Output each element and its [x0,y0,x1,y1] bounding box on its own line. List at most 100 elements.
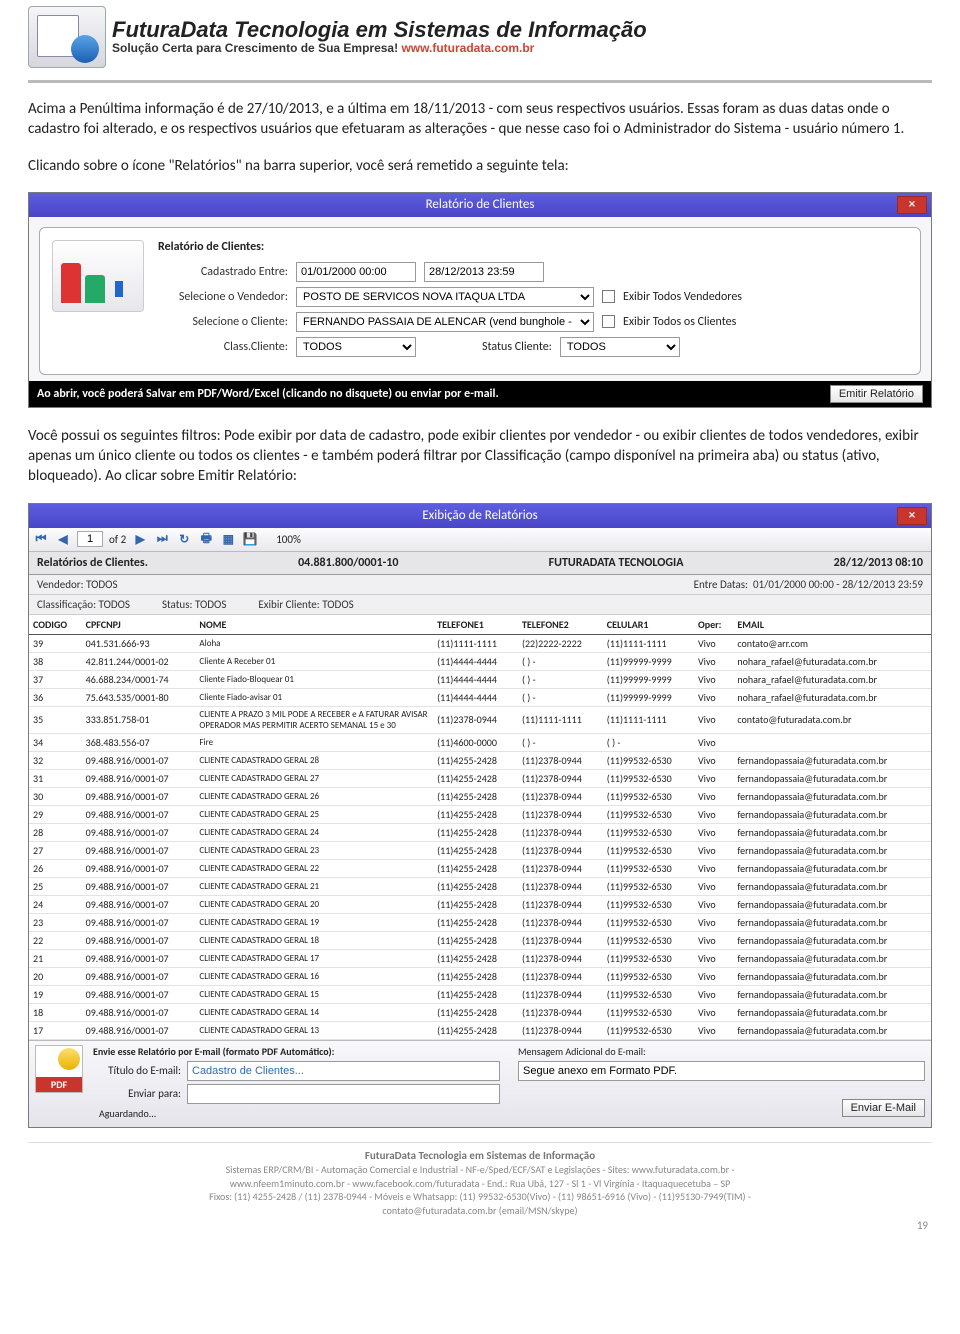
page-of: of 2 [109,533,126,546]
class-select[interactable]: TODOS [296,337,416,357]
save-icon[interactable]: 💾 [242,531,258,547]
cell: (11)2378-0944 [518,931,603,949]
cell: Vivo [694,895,733,913]
cell: 09.488.916/0001-07 [82,751,196,769]
close-icon[interactable]: × [897,196,927,214]
status-select[interactable]: TODOS [560,337,680,357]
next-page-icon[interactable]: ▶ [132,531,148,547]
cell: (11)1111-1111 [603,634,694,652]
lbl-sub-class: Classificação: [37,598,96,611]
page-input[interactable] [77,531,103,547]
cell: Vivo [694,985,733,1003]
email-enviar-input[interactable] [187,1084,500,1104]
report-table: CODIGOCPFCNPJNOMETELEFONE1TELEFONE2CELUL… [29,615,931,1040]
val-sub-status: TODOS [195,598,226,611]
val-sub-entre: 01/01/2000 00:00 - 28/12/2013 23:59 [753,578,923,591]
table-row: 3842.811.244/0001-02Cliente A Receber 01… [29,652,931,670]
date-to-input[interactable] [424,262,544,282]
cell: CLIENTE CADASTRADO GERAL 21 [195,877,433,895]
cell: (11)2378-0944 [518,841,603,859]
vendedor-select[interactable]: POSTO DE SERVICOS NOVA ITAQUA LTDA [296,287,594,307]
cell: Vivo [694,652,733,670]
label-status: Status Cliente: [482,340,552,354]
table-row: 2909.488.916/0001-07CLIENTE CADASTRADO G… [29,805,931,823]
prev-page-icon[interactable]: ◀ [55,531,71,547]
cell: (11)4444-4444 [433,670,518,688]
cell: 18 [29,1003,82,1021]
close-icon[interactable]: × [897,507,927,525]
cell: (11)1111-1111 [433,634,518,652]
cell: Vivo [694,751,733,769]
cell: (11)99532-6530 [603,859,694,877]
cell: CLIENTE CADASTRADO GERAL 23 [195,841,433,859]
viewer-title: Exibição de Relatórios [422,508,537,523]
brand-tagline: Solução Certa para Crescimento de Sua Em… [112,41,401,55]
cell: fernandopassaia@futuradata.com.br [733,877,931,895]
page-number: 19 [28,1219,932,1232]
cell: (11)4255-2428 [433,913,518,931]
cell: 21 [29,949,82,967]
cell: 19 [29,985,82,1003]
table-row: 2609.488.916/0001-07CLIENTE CADASTRADO G… [29,859,931,877]
cell: Vivo [694,1003,733,1021]
footer-l4: Fixos: (11) 4255-2428 / (11) 2378-0944 -… [28,1190,932,1204]
report-cnpj: 04.881.800/0001-10 [298,556,398,570]
email-msg-input[interactable] [518,1061,925,1081]
cell: 17 [29,1021,82,1039]
cell: 09.488.916/0001-07 [82,913,196,931]
cell: (11)4444-4444 [433,652,518,670]
cell: 46.688.234/0001-74 [82,670,196,688]
brand-subtitle: Solução Certa para Crescimento de Sua Em… [112,41,647,55]
val-sub-exibir: TODOS [322,598,353,611]
enviar-email-button[interactable]: Enviar E-Mail [842,1099,925,1117]
first-page-icon[interactable]: ⏮ [33,531,49,547]
val-sub-vendedor: TODOS [86,578,117,591]
print-icon[interactable]: 🖶 [198,531,214,547]
pdf-label: PDF [36,1077,82,1092]
cell: 09.488.916/0001-07 [82,895,196,913]
cell: Vivo [694,841,733,859]
val-sub-class: TODOS [99,598,130,611]
cell: (11)99999-9999 [603,652,694,670]
email-titulo-input[interactable] [187,1061,500,1081]
cell: 09.488.916/0001-07 [82,823,196,841]
last-page-icon[interactable]: ⏭ [154,531,170,547]
pdf-icon: PDF [35,1045,83,1093]
titlebar: Relatório de Clientes × [29,193,931,217]
zoom-value[interactable]: 100% [276,533,301,546]
checkbox-todos-vendedores[interactable] [602,290,615,303]
cell: (11)4600-0000 [433,733,518,751]
cell: (11)2378-0944 [518,1003,603,1021]
cell: 42.811.244/0001-02 [82,652,196,670]
cell: contato@arr.com [733,634,931,652]
emitir-relatorio-button[interactable]: Emitir Relatório [830,385,923,403]
cliente-select[interactable]: FERNANDO PASSAIA DE ALENCAR (vend bungho… [296,312,594,332]
cell: ( ) - [518,670,603,688]
refresh-icon[interactable]: ↻ [176,531,192,547]
cell: CLIENTE CADASTRADO GERAL 20 [195,895,433,913]
lbl-sub-vendedor: Vendedor: [37,578,84,591]
cell: 75.643.535/0001-80 [82,688,196,706]
date-from-input[interactable] [296,262,416,282]
cell: (11)99532-6530 [603,769,694,787]
label-cadastrado: Cadastrado Entre: [158,265,288,279]
footer-l2: Sistemas ERP/CRM/BI - Automação Comercia… [28,1163,932,1177]
cell: 09.488.916/0001-07 [82,967,196,985]
cell: (11)99532-6530 [603,805,694,823]
cell: (11)1111-1111 [603,706,694,733]
brand-url: www.futuradata.com.br [401,41,534,55]
cell: Cliente Fiado-Bloquear 01 [195,670,433,688]
cell: fernandopassaia@futuradata.com.br [733,751,931,769]
cell: (11)4255-2428 [433,877,518,895]
cell: Vivo [694,670,733,688]
checkbox-todos-clientes[interactable] [602,315,615,328]
cell: 09.488.916/0001-07 [82,1021,196,1039]
cell: 333.851.758-01 [82,706,196,733]
table-row: 3209.488.916/0001-07CLIENTE CADASTRADO G… [29,751,931,769]
cell: (11)2378-0944 [518,967,603,985]
cell: 09.488.916/0001-07 [82,805,196,823]
layout-icon[interactable]: ▦ [220,531,236,547]
label-todos-vendedores: Exibir Todos Vendedores [623,290,742,304]
label-todos-clientes: Exibir Todos os Clientes [623,315,736,329]
table-row: 1909.488.916/0001-07CLIENTE CADASTRADO G… [29,985,931,1003]
